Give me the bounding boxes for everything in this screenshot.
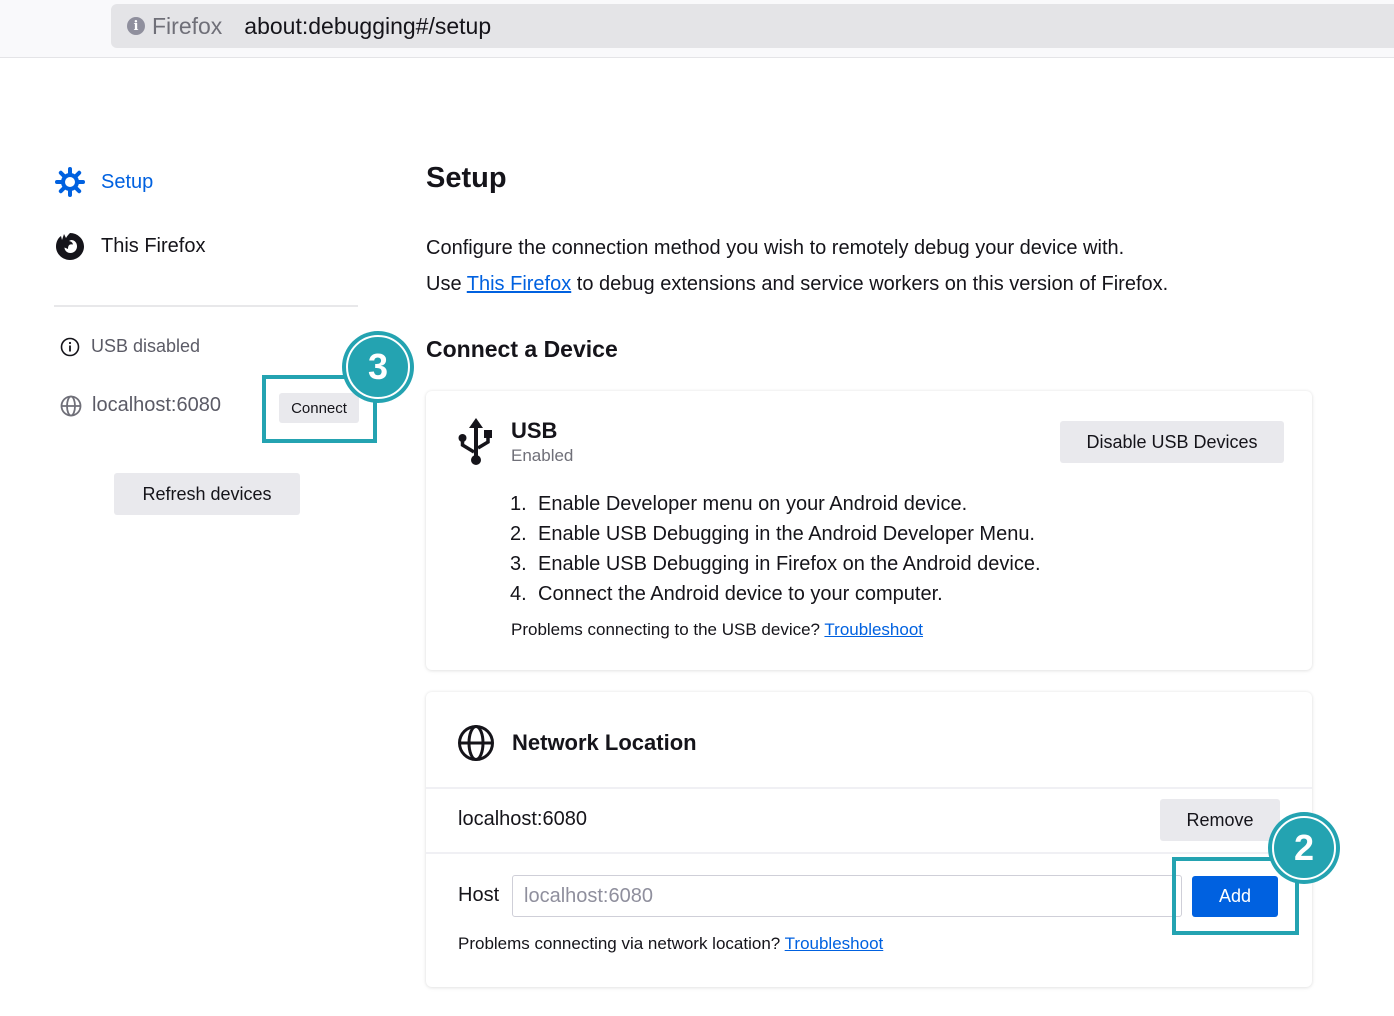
sidebar-item-label: This Firefox bbox=[101, 234, 206, 257]
sidebar-device-localhost[interactable]: localhost:6080 bbox=[60, 394, 221, 417]
list-item: 1. Enable Developer menu on your Android … bbox=[510, 489, 1041, 519]
info-icon[interactable]: i bbox=[127, 17, 145, 35]
disable-usb-button[interactable]: Disable USB Devices bbox=[1060, 421, 1284, 463]
usb-status-text: Enabled bbox=[511, 446, 574, 465]
usb-help-line: Problems connecting to the USB device? T… bbox=[511, 620, 923, 640]
intro-line-2: Use This Firefox to debug extensions and… bbox=[426, 266, 1168, 302]
divider bbox=[426, 787, 1312, 789]
globe-icon bbox=[457, 724, 495, 762]
callout-badge-2: 2 bbox=[1268, 812, 1340, 884]
sidebar-divider bbox=[54, 305, 358, 307]
url-bar[interactable]: i Firefox about:debugging#/setup bbox=[111, 4, 1394, 48]
network-title: Network Location bbox=[512, 730, 697, 755]
step-number: 4. bbox=[510, 583, 527, 605]
remove-button[interactable]: Remove bbox=[1160, 799, 1280, 841]
refresh-devices-button[interactable]: Refresh devices bbox=[114, 473, 300, 515]
list-item: 2. Enable USB Debugging in the Android De… bbox=[510, 519, 1041, 549]
this-firefox-link[interactable]: This Firefox bbox=[467, 273, 571, 295]
sidebar: Setup This Firefox USB disabled localhos… bbox=[54, 150, 360, 515]
network-help-text: Problems connecting via network location… bbox=[458, 934, 785, 953]
list-item: 4. Connect the Android device to your com… bbox=[510, 579, 1041, 609]
callout-badge-3: 3 bbox=[342, 331, 414, 403]
step-text: Enable USB Debugging in Firefox on the A… bbox=[538, 553, 1041, 575]
callout-number: 3 bbox=[367, 346, 389, 387]
list-item: 3. Enable USB Debugging in Firefox on the… bbox=[510, 549, 1041, 579]
callout-number: 2 bbox=[1293, 827, 1315, 868]
step-text: Connect the Android device to your compu… bbox=[538, 583, 943, 605]
intro-prefix: Use bbox=[426, 273, 467, 295]
usb-card-header: USB Enabled bbox=[457, 417, 573, 467]
usb-title: USB bbox=[511, 418, 558, 443]
page-title: Setup bbox=[426, 162, 507, 194]
usb-help-text: Problems connecting to the USB device? bbox=[511, 620, 825, 639]
sidebar-item-this-firefox[interactable]: This Firefox bbox=[54, 214, 360, 278]
divider bbox=[426, 852, 1312, 854]
device-label: localhost:6080 bbox=[92, 394, 221, 416]
usb-icon bbox=[457, 417, 495, 467]
step-number: 3. bbox=[510, 553, 527, 575]
globe-icon bbox=[60, 395, 82, 417]
network-help-line: Problems connecting via network location… bbox=[458, 934, 883, 954]
url-text[interactable]: about:debugging#/setup bbox=[244, 13, 491, 40]
firefox-icon bbox=[54, 230, 86, 262]
usb-status-label: USB disabled bbox=[91, 336, 201, 356]
network-entry: localhost:6080 bbox=[458, 808, 587, 830]
gear-icon bbox=[54, 166, 86, 198]
intro-suffix: to debug extensions and service workers … bbox=[571, 273, 1169, 295]
intro-text: Configure the connection method you wish… bbox=[426, 230, 1168, 302]
step-number: 2. bbox=[510, 523, 527, 545]
usb-steps-list: 1. Enable Developer menu on your Android … bbox=[510, 489, 1041, 609]
info-circle-icon bbox=[60, 337, 80, 357]
identity-label: Firefox bbox=[152, 12, 223, 39]
host-label: Host bbox=[458, 884, 500, 906]
intro-line-1: Configure the connection method you wish… bbox=[426, 237, 1125, 259]
usb-troubleshoot-link[interactable]: Troubleshoot bbox=[824, 620, 923, 639]
network-location-card: Network Location localhost:6080 Remove H… bbox=[426, 692, 1312, 987]
step-text: Enable Developer menu on your Android de… bbox=[538, 493, 968, 515]
section-title: Connect a Device bbox=[426, 336, 618, 362]
usb-card: USB Enabled Disable USB Devices 1. Enable… bbox=[426, 391, 1312, 670]
step-number: 1. bbox=[510, 493, 527, 515]
host-input[interactable] bbox=[512, 875, 1182, 917]
browser-toolbar: i Firefox about:debugging#/setup bbox=[0, 0, 1394, 58]
step-text: Enable USB Debugging in the Android Deve… bbox=[538, 523, 1035, 545]
network-troubleshoot-link[interactable]: Troubleshoot bbox=[785, 934, 884, 953]
sidebar-item-setup[interactable]: Setup bbox=[54, 150, 360, 214]
sidebar-item-label: Setup bbox=[101, 170, 154, 193]
network-card-header: Network Location bbox=[457, 724, 697, 762]
usb-status: USB disabled bbox=[60, 336, 200, 357]
